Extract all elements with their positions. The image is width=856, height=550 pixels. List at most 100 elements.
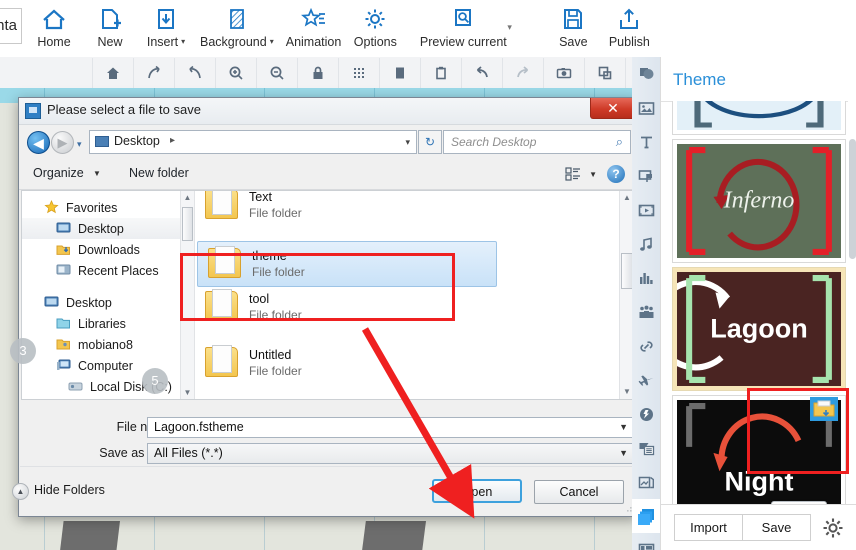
- tree-scrollbar-thumb[interactable]: [182, 207, 193, 241]
- hide-folders-button[interactable]: ▲ Hide Folders: [12, 483, 105, 500]
- layout-icon[interactable]: [632, 533, 660, 550]
- tree-item-mobiano8[interactable]: mobiano8: [22, 334, 194, 355]
- folder-icon: [205, 343, 239, 383]
- open-button[interactable]: Open: [432, 479, 522, 503]
- forward-button[interactable]: ▶: [51, 131, 74, 154]
- address-bar[interactable]: Desktop ▸ ▾: [89, 130, 417, 154]
- redo-curve-icon[interactable]: [134, 57, 175, 88]
- theme-thumbnail-inferno[interactable]: Inferno: [672, 139, 846, 263]
- chevron-down-icon[interactable]: ▾: [270, 37, 274, 46]
- ribbon-button-home[interactable]: Home: [26, 0, 82, 49]
- scroll-up-icon[interactable]: ▲: [181, 191, 194, 204]
- canvas-shape[interactable]: [60, 521, 120, 550]
- breadcrumb[interactable]: Desktop: [114, 134, 160, 148]
- chevron-down-icon[interactable]: ▼: [619, 448, 628, 458]
- layers-icon[interactable]: [632, 499, 660, 533]
- history-dropdown-icon[interactable]: ▾: [77, 139, 82, 150]
- new-page-icon: [98, 4, 122, 34]
- chevron-down-icon[interactable]: ▾: [507, 22, 512, 33]
- chevron-down-icon[interactable]: ▼: [589, 170, 597, 179]
- file-name-input[interactable]: Lagoon.fstheme ▼: [147, 417, 635, 438]
- tree-item-label: Favorites: [66, 200, 118, 215]
- tree-item-desktop-root[interactable]: Desktop: [22, 292, 194, 313]
- camera-icon[interactable]: [544, 57, 585, 88]
- refresh-button[interactable]: ↻: [418, 130, 442, 154]
- scroll-down-icon[interactable]: ▼: [181, 386, 194, 399]
- ribbon-button-animation[interactable]: Animation: [280, 0, 348, 49]
- back-button[interactable]: ◀: [27, 131, 50, 154]
- tree-item-libraries[interactable]: Libraries: [22, 313, 194, 334]
- airplane-icon[interactable]: [632, 363, 660, 397]
- music-note-icon[interactable]: [632, 227, 660, 261]
- zoom-in-icon[interactable]: [216, 57, 257, 88]
- ribbon-button-preview-current[interactable]: Preview current ▾: [403, 0, 523, 49]
- ribbon-button-background[interactable]: Background ▾: [194, 0, 280, 49]
- gallery-icon[interactable]: [632, 465, 660, 499]
- file-list-item[interactable]: Untitled File folder: [195, 335, 634, 391]
- theme-thumbnail[interactable]: [672, 101, 846, 135]
- cancel-button[interactable]: Cancel: [534, 480, 624, 504]
- undo-curve-icon[interactable]: [175, 57, 216, 88]
- save-button[interactable]: Save: [742, 514, 811, 541]
- zoom-out-icon[interactable]: [257, 57, 298, 88]
- tree-item-recent-places[interactable]: Recent Places: [22, 260, 194, 281]
- view-mode-icon[interactable]: [565, 166, 581, 182]
- ribbon-button-save[interactable]: Save: [545, 0, 601, 49]
- file-list-item[interactable]: Text File folder: [195, 191, 634, 233]
- tree-item-computer[interactable]: Computer: [22, 355, 194, 376]
- theme-panel-header: Theme: [661, 57, 856, 102]
- chevron-down-icon[interactable]: ▾: [181, 37, 185, 46]
- link-icon[interactable]: [632, 329, 660, 363]
- tree-item-desktop[interactable]: Desktop: [22, 218, 194, 239]
- chart-icon[interactable]: [632, 261, 660, 295]
- ribbon-label-animation: Animation: [285, 35, 342, 49]
- navigation-tree[interactable]: Favorites Desktop Downloads Recent Place…: [22, 191, 195, 399]
- tree-item-favorites[interactable]: Favorites: [22, 197, 194, 218]
- organize-button[interactable]: Organize: [33, 166, 84, 180]
- monitor-icon: [95, 136, 109, 147]
- new-folder-button[interactable]: New folder: [129, 166, 189, 180]
- note-list-icon[interactable]: [632, 431, 660, 465]
- ribbon-button-options[interactable]: Options: [347, 0, 403, 49]
- theme-scrollbar[interactable]: [848, 101, 856, 505]
- canvas-shape[interactable]: [362, 521, 426, 550]
- shape-icon[interactable]: [632, 57, 660, 91]
- theme-thumbnail-lagoon[interactable]: Lagoon: [672, 267, 846, 391]
- flash-icon[interactable]: [632, 397, 660, 431]
- grid-icon[interactable]: [339, 57, 380, 88]
- button-icon[interactable]: [632, 159, 660, 193]
- ribbon-button-new[interactable]: New: [82, 0, 138, 49]
- ribbon-tab-stub[interactable]: nta: [0, 8, 22, 44]
- redo-arrow-icon[interactable]: [503, 57, 544, 88]
- gear-icon[interactable]: [821, 516, 845, 540]
- undo-arrow-icon[interactable]: [462, 57, 503, 88]
- home-icon[interactable]: [92, 57, 134, 88]
- ribbon-button-insert[interactable]: Insert ▾: [138, 0, 194, 49]
- file-name-value: Lagoon.fstheme: [154, 420, 244, 434]
- people-icon[interactable]: [632, 295, 660, 329]
- lock-icon[interactable]: [298, 57, 339, 88]
- ribbon-label-save: Save: [559, 35, 588, 49]
- video-icon[interactable]: [632, 193, 660, 227]
- image-icon[interactable]: [632, 91, 660, 125]
- save-as-type-select[interactable]: All Files (*.*) ▼: [147, 443, 635, 464]
- search-box[interactable]: Search Desktop ⌕: [443, 130, 631, 154]
- chevron-down-icon[interactable]: ▾: [405, 137, 410, 148]
- copy-icon[interactable]: [380, 57, 421, 88]
- ribbon-button-publish[interactable]: Publish: [601, 0, 657, 49]
- close-icon[interactable]: ✕: [590, 98, 636, 119]
- chevron-down-icon[interactable]: ▼: [619, 422, 628, 432]
- paste-icon[interactable]: [421, 57, 462, 88]
- recent-places-icon: [56, 263, 72, 278]
- tree-item-label: Downloads: [78, 242, 140, 257]
- help-icon[interactable]: ?: [607, 165, 625, 183]
- collapse-icon: ▲: [12, 483, 29, 500]
- annotation-highlight-export: [747, 388, 849, 474]
- chevron-down-icon[interactable]: ▼: [93, 169, 101, 178]
- tree-item-downloads[interactable]: Downloads: [22, 239, 194, 260]
- duplicate-icon[interactable]: [585, 57, 626, 88]
- tree-item-local-disk-c[interactable]: Local Disk (C:): [22, 376, 194, 397]
- import-button[interactable]: Import: [674, 514, 743, 541]
- theme-scrollbar-thumb[interactable]: [849, 139, 856, 259]
- text-icon[interactable]: [632, 125, 660, 159]
